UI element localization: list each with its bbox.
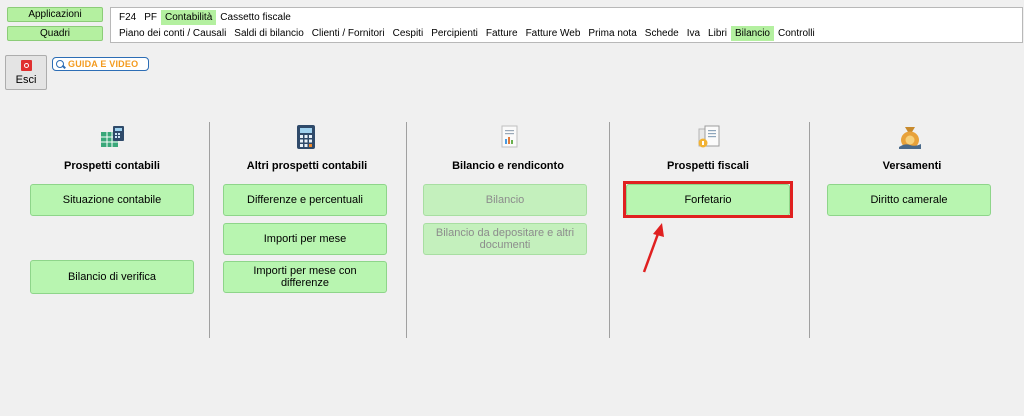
- spreadsheet-calculator-icon: [101, 126, 124, 147]
- column-title-bilancio-rendiconto: Bilancio e rendiconto: [452, 160, 564, 172]
- menu-item-piano-dei-conti[interactable]: Piano dei conti / Causali: [115, 26, 230, 41]
- top-navigation: Applicazioni Quadri F24 PF Contabilità C…: [0, 0, 1024, 46]
- calculator-icon: [297, 125, 315, 149]
- quadri-button[interactable]: Quadri: [7, 26, 103, 41]
- menu-item-bilancio[interactable]: Bilancio: [730, 25, 774, 41]
- menu-bar: F24 PF Contabilità Cassetto fiscale Pian…: [110, 7, 1023, 43]
- diritto-camerale-button[interactable]: Diritto camerale: [827, 184, 991, 216]
- column-title-prospetti-fiscali: Prospetti fiscali: [667, 160, 749, 172]
- menu-item-fatture-web[interactable]: Fatture Web: [522, 26, 585, 41]
- menu-item-clienti-fornitori[interactable]: Clienti / Fornitori: [308, 26, 389, 41]
- bilancio-depositare-button[interactable]: Bilancio da depositare e altri documenti: [423, 223, 587, 255]
- column-title-altri-prospetti: Altri prospetti contabili: [246, 160, 368, 172]
- differenze-percentuali-button[interactable]: Differenze e percentuali: [223, 184, 387, 216]
- menu-item-schede[interactable]: Schede: [641, 26, 683, 41]
- exit-button[interactable]: Esci: [5, 55, 47, 90]
- column-separator: [609, 122, 610, 338]
- menu-item-percipienti[interactable]: Percipienti: [427, 26, 482, 41]
- forfetario-highlight-box: [623, 181, 793, 218]
- menu-item-cespiti[interactable]: Cespiti: [389, 26, 428, 41]
- menu-item-iva[interactable]: Iva: [683, 26, 704, 41]
- menu-row-primary: F24 PF Contabilità Cassetto fiscale: [115, 9, 295, 25]
- red-arrow-icon: [642, 223, 664, 273]
- column-title-prospetti-contabili: Prospetti contabili: [64, 160, 160, 172]
- bilancio-button[interactable]: Bilancio: [423, 184, 587, 216]
- magnifier-icon: [56, 59, 65, 69]
- column-separator: [406, 122, 407, 338]
- menu-item-cassetto-fiscale[interactable]: Cassetto fiscale: [216, 10, 295, 25]
- guide-video-label: GUIDA E VIDEO: [68, 59, 139, 69]
- tax-documents-icon: [698, 125, 720, 148]
- applicazioni-button[interactable]: Applicazioni: [7, 7, 103, 22]
- menu-item-f24[interactable]: F24: [115, 10, 140, 25]
- importi-per-mese-button[interactable]: Importi per mese: [223, 223, 387, 255]
- menu-item-prima-nota[interactable]: Prima nota: [584, 26, 640, 41]
- importi-per-mese-differenze-button[interactable]: Importi per mese con differenze: [223, 261, 387, 293]
- money-bag-icon: [899, 127, 921, 149]
- bilancio-di-verifica-button[interactable]: Bilancio di verifica: [30, 260, 194, 294]
- menu-item-saldi-di-bilancio[interactable]: Saldi di bilancio: [230, 26, 308, 41]
- menu-row-secondary: Piano dei conti / Causali Saldi di bilan…: [115, 25, 819, 41]
- menu-item-controlli[interactable]: Controlli: [774, 26, 819, 41]
- power-icon: [21, 60, 32, 71]
- menu-item-pf[interactable]: PF: [140, 10, 161, 25]
- menu-item-libri[interactable]: Libri: [704, 26, 731, 41]
- exit-label: Esci: [15, 74, 37, 86]
- situazione-contabile-button[interactable]: Situazione contabile: [30, 184, 194, 216]
- column-title-versamenti: Versamenti: [882, 160, 942, 172]
- column-separator: [209, 122, 210, 338]
- guide-video-button[interactable]: GUIDA E VIDEO: [52, 57, 149, 71]
- menu-item-contabilita[interactable]: Contabilità: [161, 9, 217, 25]
- report-document-icon: [501, 125, 518, 148]
- column-separator: [809, 122, 810, 338]
- menu-item-fatture[interactable]: Fatture: [482, 26, 522, 41]
